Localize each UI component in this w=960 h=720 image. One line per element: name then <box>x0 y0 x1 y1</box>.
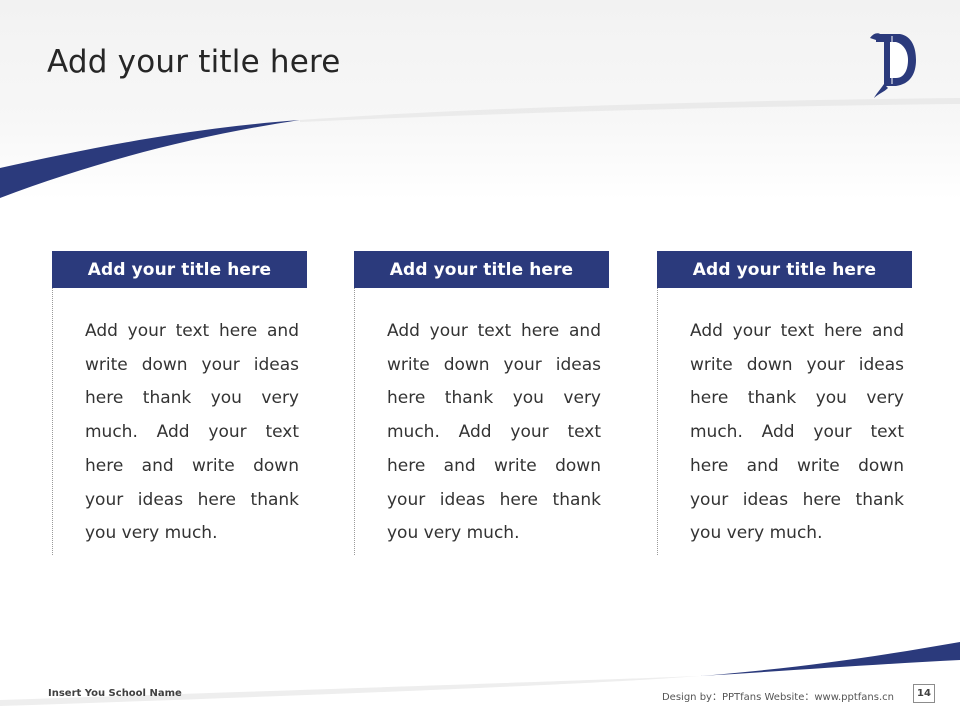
bottom-right-swoosh <box>700 642 960 676</box>
card-title: Add your title here <box>657 251 912 288</box>
card-title: Add your title here <box>52 251 307 288</box>
card-2: Add your title here Add your text here a… <box>354 251 609 555</box>
top-swoosh-fade <box>300 98 960 122</box>
card-body-text: Add your text here and write down your i… <box>354 288 609 555</box>
page-number: 14 <box>913 684 935 703</box>
card-title: Add your title here <box>354 251 609 288</box>
footer-school-name: Insert You School Name <box>48 688 182 699</box>
gothic-letter-d-logo-icon <box>870 33 916 98</box>
footer-credit: Design by：PPTfans Website：www.pptfans.cn <box>661 692 894 703</box>
card-3: Add your title here Add your text here a… <box>657 251 912 555</box>
card-1: Add your title here Add your text here a… <box>52 251 307 555</box>
card-body-text: Add your text here and write down your i… <box>52 288 307 555</box>
top-left-swoosh <box>0 120 300 198</box>
page-title: Add your title here <box>47 44 341 80</box>
card-body-text: Add your text here and write down your i… <box>657 288 912 555</box>
